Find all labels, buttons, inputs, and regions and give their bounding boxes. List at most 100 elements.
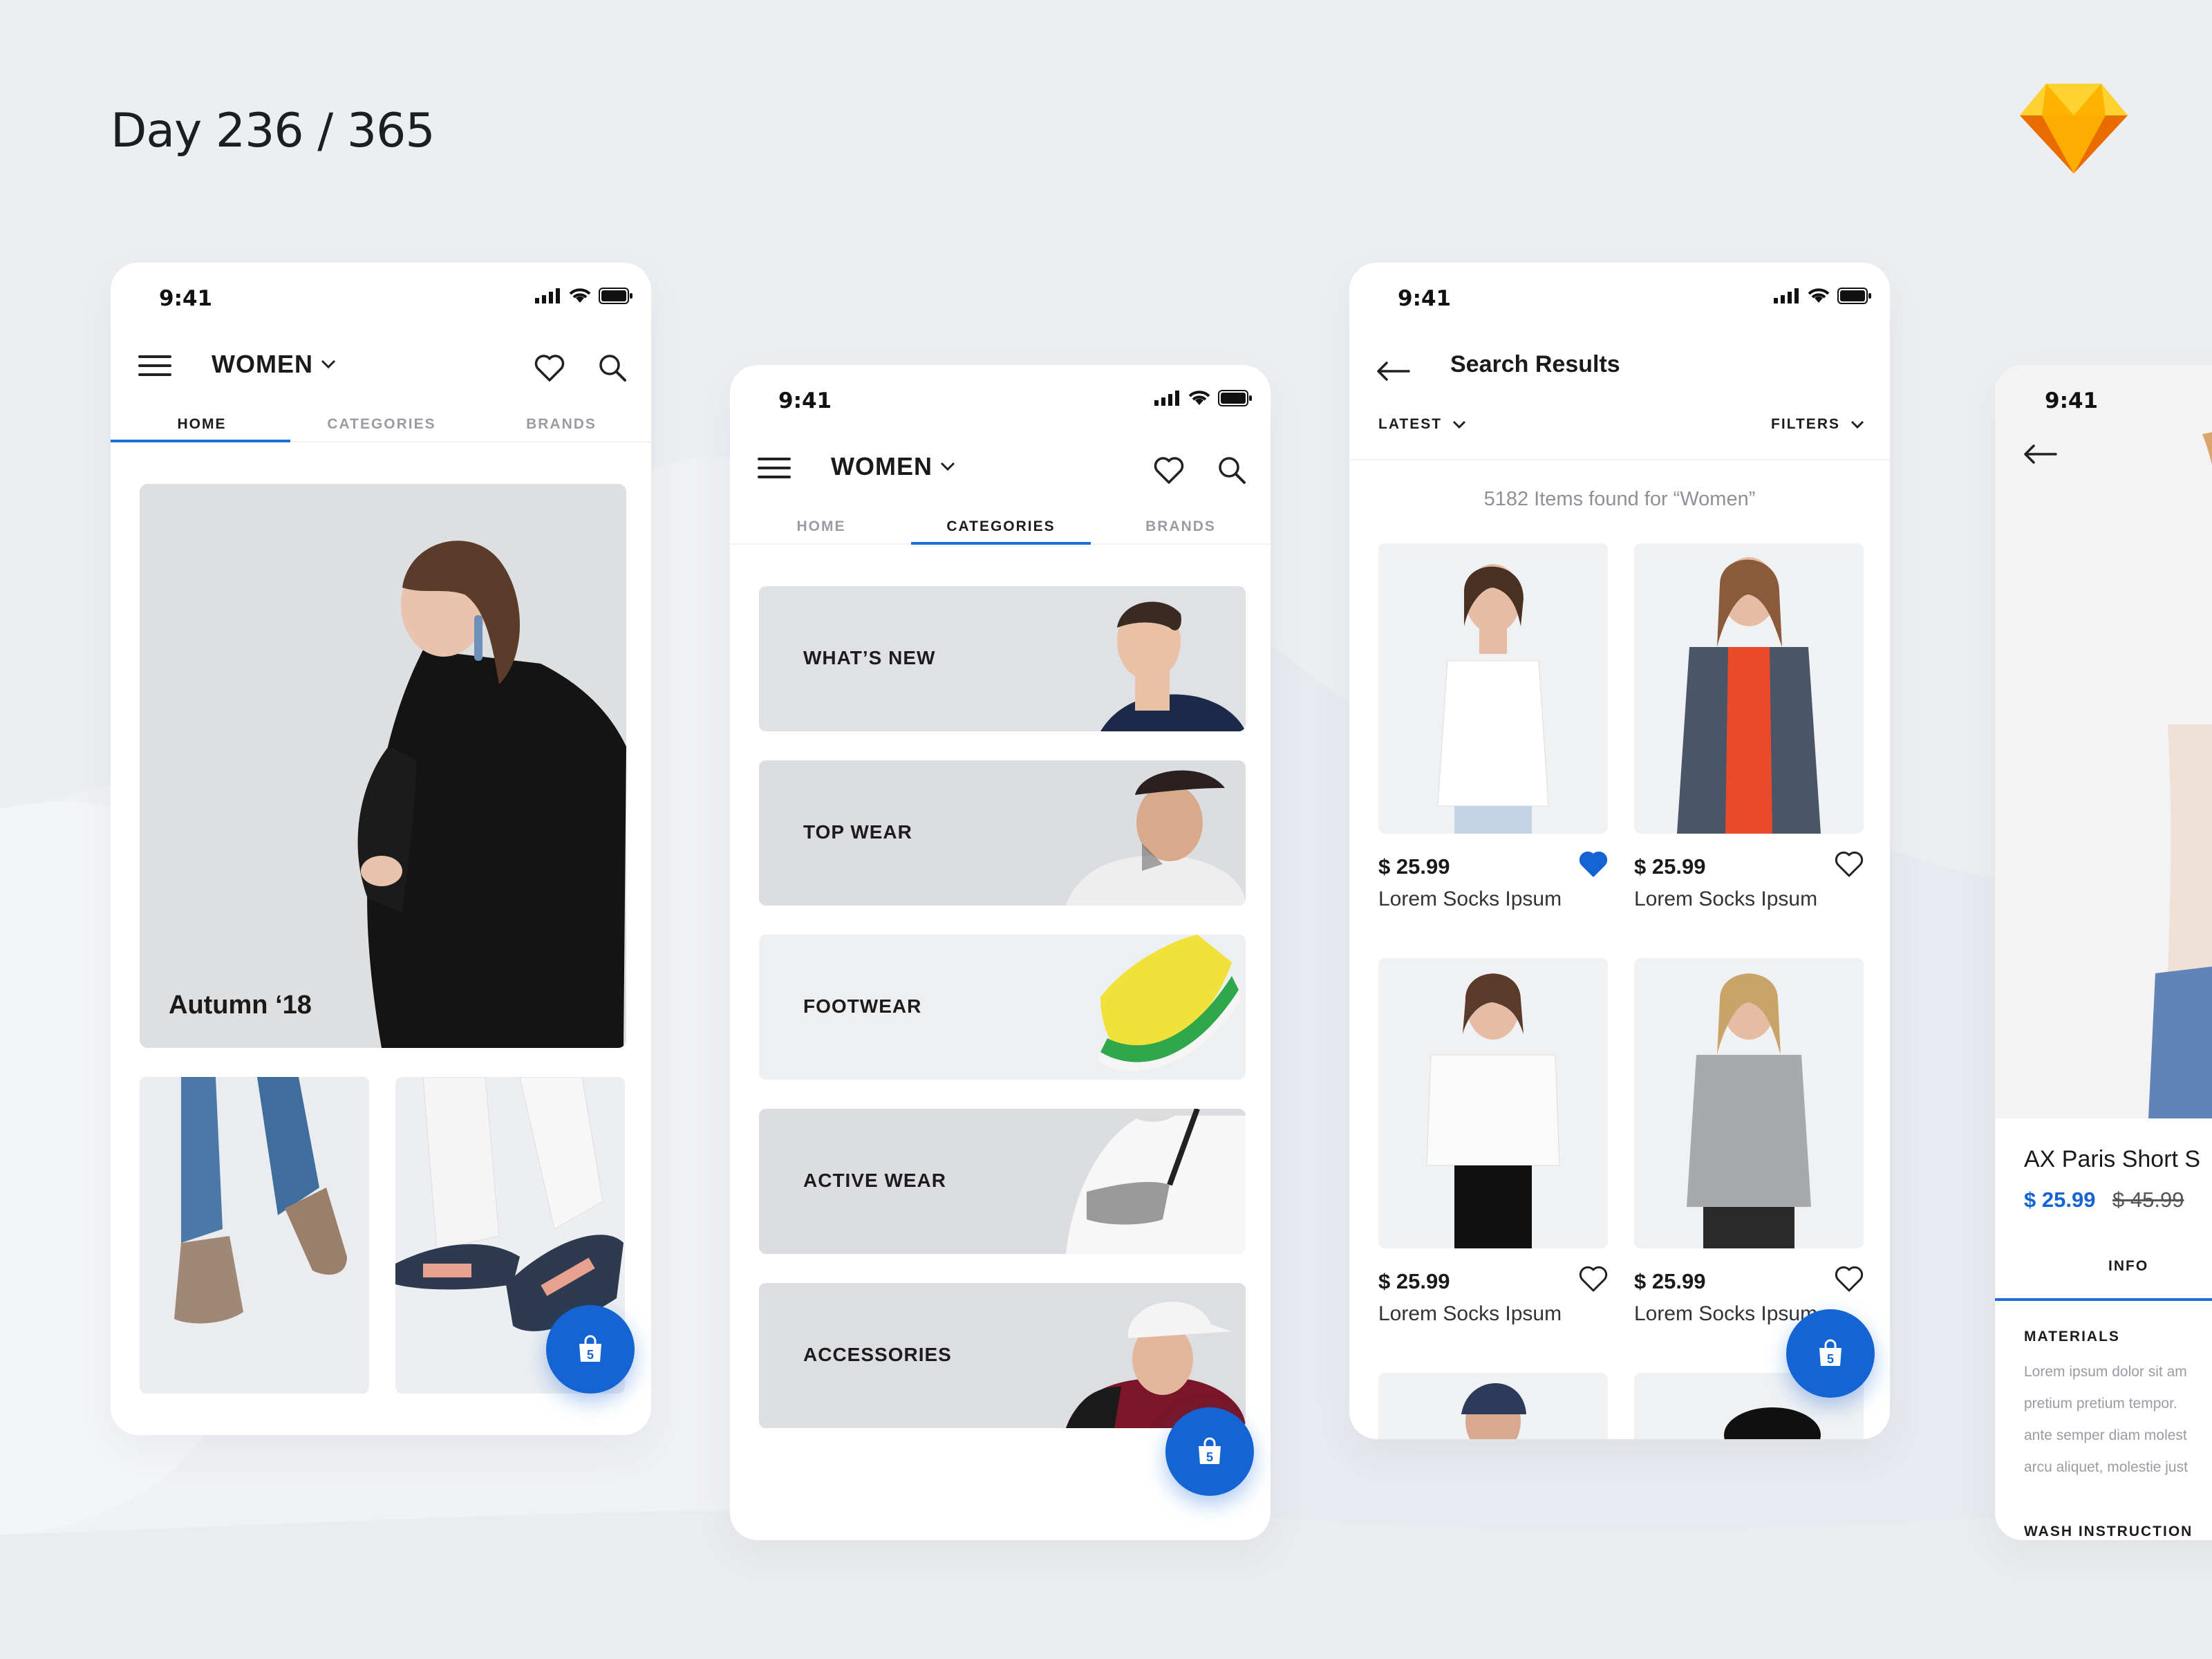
model-photo [1378,958,1608,1248]
signal-icon [1154,391,1179,406]
product-name: Lorem Socks Ipsum [1634,888,1818,910]
search-results-screen: 9:41 Search Results LATEST FILTERS 5182 … [1349,263,1890,1439]
product-hero-image [1995,365,2212,1118]
signal-icon [535,288,560,303]
product-image [1634,958,1864,1248]
cart-button[interactable]: 5 [1165,1407,1254,1496]
department-label: WOMEN [212,350,313,378]
status-bar: 9:41 [1349,263,1890,332]
product-price: $ 25.99 [1634,1269,1706,1293]
heart-icon[interactable] [1579,1265,1608,1293]
category-active-wear[interactable]: ACTIVE WEAR [759,1109,1246,1254]
filters-dropdown[interactable]: FILTERS [1771,416,1865,433]
materials-heading: MATERIALS [2024,1329,2120,1344]
product-name: Lorem Socks Ipsum [1378,888,1562,910]
category-accessories[interactable]: ACCESSORIES [759,1283,1246,1428]
model-photo [1634,543,1864,834]
tab-bar: HOME CATEGORIES BRANDS [730,503,1271,545]
product-detail-screen: 9:41 AX Paris Short S $ 25.99 $ 45.99 IN… [1995,365,2212,1540]
shopping-bag-icon: 5 [1819,1339,1841,1366]
heart-filled-icon[interactable] [1579,850,1608,878]
product-card[interactable]: $ 25.99 Lorem Socks Ipsum [1378,958,1608,1326]
hero-label: Autumn ‘18 [169,991,312,1020]
category-label: ACTIVE WEAR [803,1170,946,1191]
results-count: 5182 Items found for “Women” [1483,488,1756,510]
category-label: ACCESSORIES [803,1344,952,1365]
top-nav: WOMEN [111,332,651,401]
heart-icon[interactable] [1153,455,1185,487]
product-price: $ 25.99 [1378,854,1450,879]
cart-count: 5 [587,1348,594,1362]
status-time: 9:41 [2045,388,2099,413]
status-bar: 9:41 [111,263,651,332]
category-label: FOOTWEAR [803,995,922,1017]
model-photo [1461,1383,1526,1439]
search-icon[interactable] [597,353,628,383]
cart-count: 5 [1206,1450,1213,1464]
product-price: $ 25.99 [1378,1269,1450,1293]
product-card-partial[interactable] [1378,1373,1608,1439]
wifi-icon [1188,391,1210,405]
menu-icon[interactable] [138,355,171,379]
page-title: Search Results [1450,351,1620,377]
promo-tile-boots[interactable] [140,1077,369,1394]
product-card[interactable]: $ 25.99 Lorem Socks Ipsum [1378,543,1608,911]
wifi-icon [569,288,591,303]
model-photo [1634,958,1864,1248]
chevron-down-icon [1850,420,1864,429]
materials-line: pretium pretium tempor. [2024,1396,2177,1412]
active-tab-indicator [911,542,1091,545]
search-icon[interactable] [1217,455,1247,485]
tab-home[interactable]: HOME [112,416,292,433]
department-selector[interactable]: WOMEN [212,350,337,379]
back-arrow-icon[interactable] [2023,444,2057,465]
model-photo [1066,1302,1246,1428]
cart-button[interactable]: 5 [1786,1309,1875,1398]
home-screen: 9:41 WOMEN HOME CATEGORIES BRANDS Autumn… [111,263,651,1435]
shopping-bag-icon: 5 [579,1335,601,1362]
model-photo [1995,365,2212,1118]
model-photo [1066,770,1246,906]
sketch-logo-icon [2020,84,2128,174]
heart-icon[interactable] [534,353,565,384]
category-top-wear[interactable]: TOP WEAR [759,760,1246,906]
boots-photo [140,1077,369,1394]
back-arrow-icon[interactable] [1376,361,1410,382]
sneaker-photo [1098,935,1241,1071]
model-photo [1100,601,1246,731]
materials-line: arcu aliquet, molestie just [2024,1459,2188,1475]
page-title: Day 236 / 365 [111,104,435,158]
sort-dropdown[interactable]: LATEST [1378,416,1467,433]
hero-banner[interactable]: Autumn ‘18 [140,484,626,1048]
active-tab-indicator [1995,1298,2212,1301]
department-selector[interactable]: WOMEN [831,452,956,481]
model-photo [1378,543,1608,834]
categories-screen: 9:41 WOMEN HOME CATEGORIES BRANDS WHAT’S… [730,365,1271,1540]
category-footwear[interactable]: FOOTWEAR [759,935,1246,1080]
category-label: TOP WEAR [803,821,912,843]
model-photo [1066,1109,1246,1254]
product-card[interactable]: $ 25.99 Lorem Socks Ipsum [1634,543,1864,911]
category-whats-new[interactable]: WHAT’S NEW [759,586,1246,731]
product-image [1378,543,1608,834]
cart-button[interactable]: 5 [546,1305,635,1394]
wash-instruction-heading: WASH INSTRUCTION [2024,1524,2193,1539]
product-card[interactable]: $ 25.99 Lorem Socks Ipsum [1634,958,1864,1326]
chevron-down-icon [940,462,955,471]
product-image [1378,958,1608,1248]
tab-brands[interactable]: BRANDS [1091,518,1271,535]
menu-icon[interactable] [758,458,791,481]
tab-categories[interactable]: CATEGORIES [911,518,1091,535]
battery-icon [1837,288,1871,304]
tab-info[interactable]: INFO [1995,1258,2212,1275]
materials-line: Lorem ipsum dolor sit am [2024,1364,2187,1380]
tab-brands[interactable]: BRANDS [471,416,651,433]
department-label: WOMEN [831,452,932,480]
product-name: AX Paris Short S [2024,1146,2201,1172]
product-image [1634,543,1864,834]
status-time: 9:41 [159,286,213,311]
heart-icon[interactable] [1835,850,1864,878]
tab-categories[interactable]: CATEGORIES [292,416,471,433]
heart-icon[interactable] [1835,1265,1864,1293]
tab-home[interactable]: HOME [731,518,911,535]
